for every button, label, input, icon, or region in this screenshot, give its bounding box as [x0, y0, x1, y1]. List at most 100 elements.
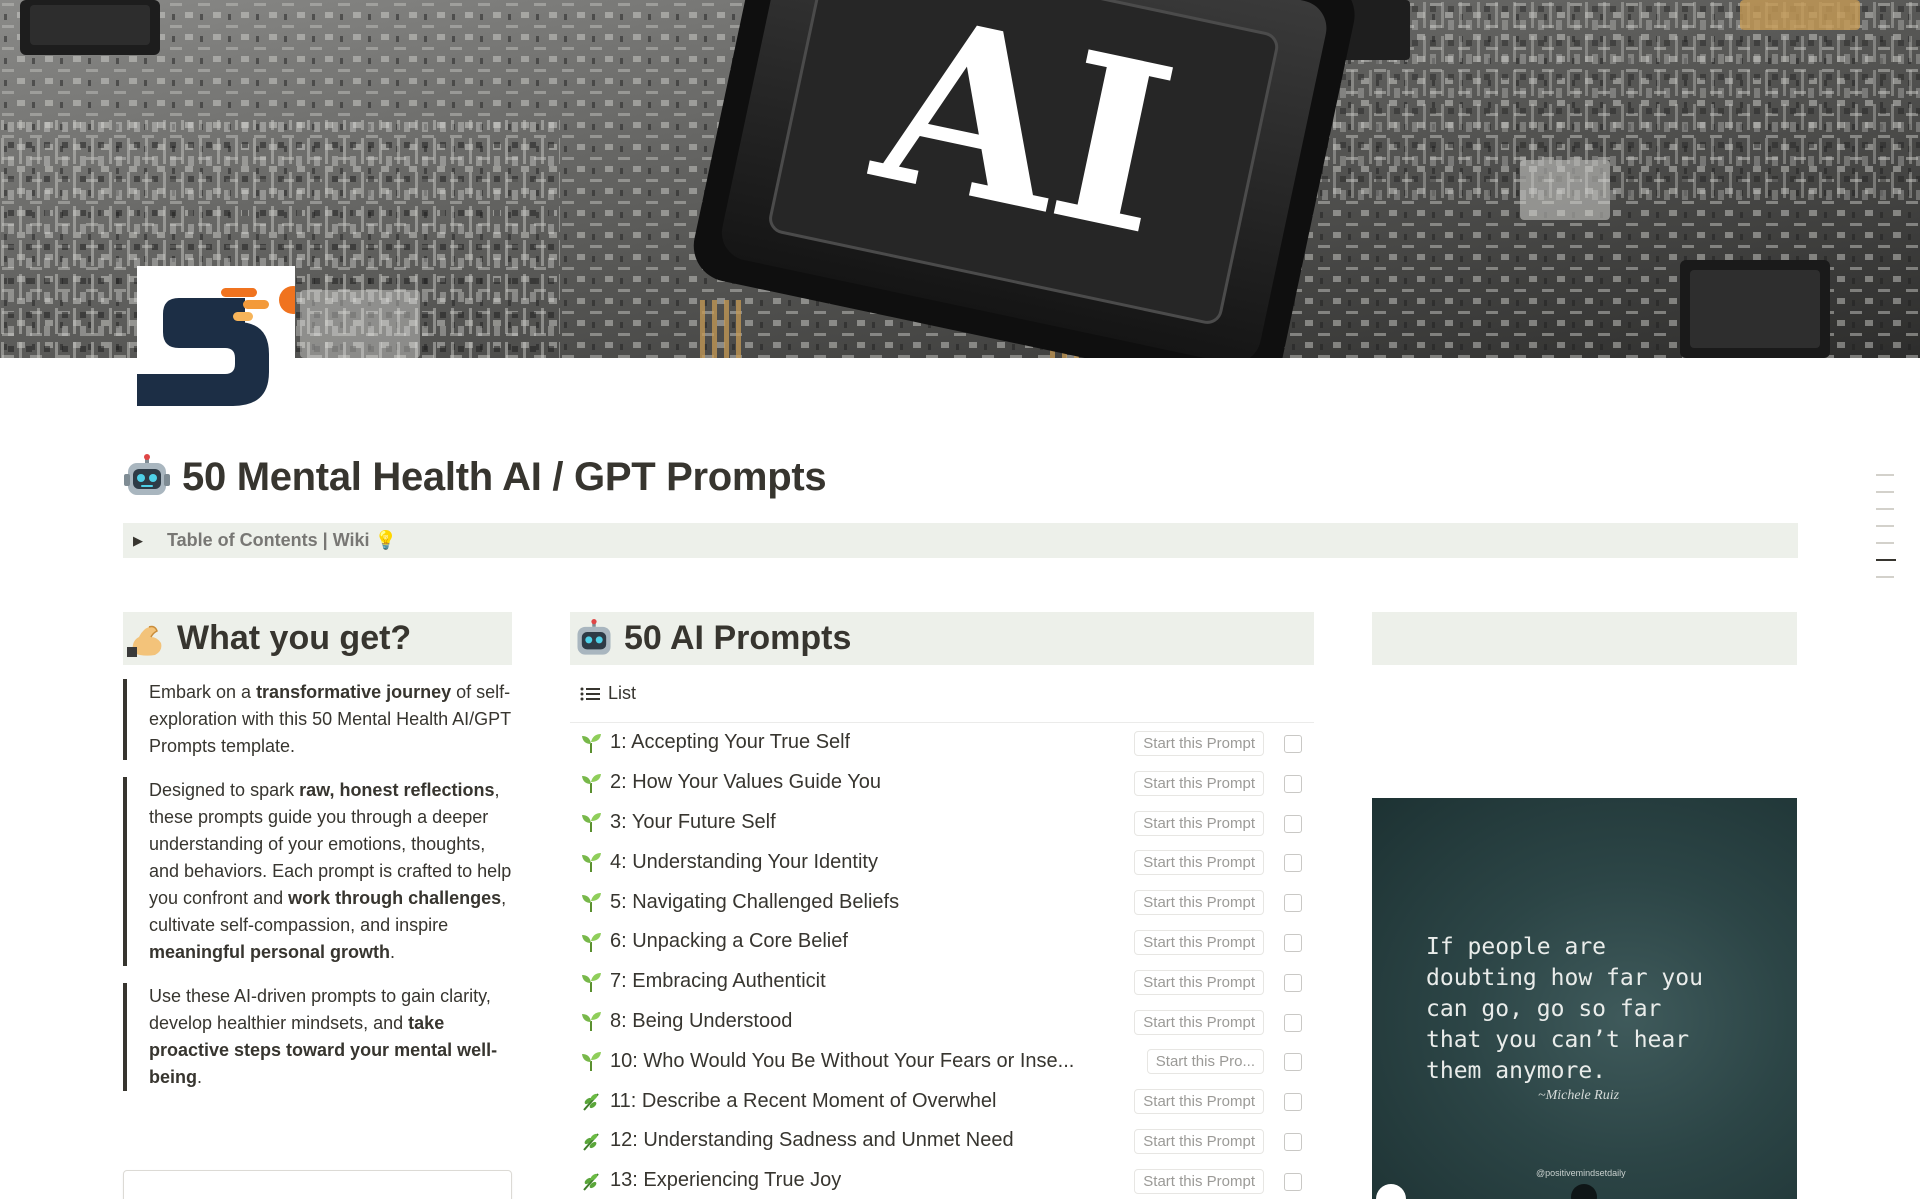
prompt-title[interactable]: 13: Experiencing True Joy — [610, 1169, 841, 1192]
what-you-get-heading[interactable]: What you get? — [123, 612, 512, 665]
page-outline[interactable] — [1876, 474, 1896, 593]
text: Designed to spark — [149, 780, 300, 800]
bold-text: work through challenges — [288, 888, 502, 908]
bold-text: transformative journey — [256, 682, 452, 702]
prompt-title[interactable]: 10: Who Would You Be Without Your Fears … — [610, 1050, 1074, 1073]
prompt-title[interactable]: 3: Your Future Self — [610, 811, 776, 834]
outline-marker[interactable] — [1876, 525, 1894, 527]
outline-marker[interactable] — [1876, 508, 1894, 510]
prompt-title[interactable]: 6: Unpacking a Core Belief — [610, 930, 848, 953]
seedling-emoji-icon — [582, 1052, 601, 1072]
prompt-title[interactable]: 11: Describe a Recent Moment of Overwhel — [610, 1090, 996, 1113]
intro-quote-3: Use these AI-driven prompts to gain clar… — [123, 983, 512, 1091]
next-card[interactable] — [123, 1170, 512, 1199]
prompt-row[interactable]: 1: Accepting Your True Self Start this Pr… — [570, 723, 1314, 763]
page-title[interactable]: 50 Mental Health AI / GPT Prompts — [124, 449, 827, 505]
prompt-row[interactable]: 12: Understanding Sadness and Unmet Need… — [570, 1121, 1314, 1161]
quote-text: If people are doubting how far you can g… — [1426, 934, 1703, 1084]
toc-toggle[interactable]: ▶ Table of Contents | Wiki 💡 — [123, 523, 1798, 558]
side-callout[interactable] — [1372, 612, 1797, 665]
prompt-row[interactable]: 6: Unpacking a Core Belief Start this Pro… — [570, 922, 1314, 962]
start-prompt-button[interactable]: Start this Prompt — [1134, 1009, 1264, 1035]
toc-toggle-label: Table of Contents | Wiki 💡 — [167, 530, 397, 550]
outline-marker[interactable] — [1876, 491, 1894, 493]
start-prompt-button[interactable]: Start this Prompt — [1134, 850, 1264, 876]
prompt-title[interactable]: 5: Navigating Challenged Beliefs — [610, 891, 899, 914]
prompt-title[interactable]: 1: Accepting Your True Self — [610, 731, 850, 754]
prompts-heading[interactable]: 50 AI Prompts — [570, 612, 1314, 665]
start-prompt-button[interactable]: Start this Prompt — [1134, 969, 1264, 995]
robot-emoji-icon — [124, 454, 170, 495]
seedling-emoji-icon — [582, 972, 601, 992]
seedling-emoji-icon — [582, 733, 601, 753]
prompt-row[interactable]: 4: Understanding Your Identity Start this… — [570, 842, 1314, 882]
prompts-column: 50 AI Prompts List 1: Accepting Your Tru… — [570, 612, 1314, 1199]
seedling-emoji-icon — [582, 853, 601, 873]
prompt-checkbox[interactable] — [1284, 774, 1302, 793]
start-prompt-button[interactable]: Start this Prompt — [1134, 890, 1264, 916]
seedling-emoji-icon — [582, 932, 601, 952]
avatar — [1571, 1184, 1597, 1199]
herb-emoji-icon — [583, 1172, 599, 1191]
page-title-text: 50 Mental Health AI / GPT Prompts — [182, 454, 827, 499]
prompt-title[interactable]: 12: Understanding Sadness and Unmet Need — [610, 1129, 1014, 1152]
list-view-tab[interactable]: List — [570, 665, 1314, 723]
seedling-emoji-icon — [582, 813, 601, 833]
prompt-checkbox[interactable] — [1284, 1132, 1302, 1151]
seedling-emoji-icon — [582, 773, 601, 793]
prompt-checkbox[interactable] — [1284, 1013, 1302, 1032]
start-prompt-button[interactable]: Start this Prompt — [1134, 810, 1264, 836]
prompt-checkbox[interactable] — [1284, 1053, 1302, 1072]
prompt-checkbox[interactable] — [1284, 973, 1302, 992]
prompt-checkbox[interactable] — [1284, 854, 1302, 873]
seedling-emoji-icon — [582, 1012, 601, 1032]
outline-marker[interactable] — [1876, 542, 1894, 544]
start-prompt-button[interactable]: Start this Prompt — [1134, 770, 1264, 796]
prompt-title[interactable]: 8: Being Understood — [610, 1010, 792, 1033]
herb-emoji-icon — [583, 1133, 599, 1151]
start-prompt-button[interactable]: Start this Prompt — [1134, 929, 1264, 955]
prompt-row[interactable]: 13: Experiencing True Joy Start this Prom… — [570, 1161, 1314, 1199]
what-you-get-title: What you get? — [177, 619, 412, 657]
prompt-row[interactable]: 10: Who Would You Be Without Your Fears … — [570, 1041, 1314, 1081]
prompt-checkbox[interactable] — [1284, 894, 1302, 913]
quote-author: ~Michele Ruiz — [1538, 1088, 1620, 1103]
prompt-row[interactable]: 3: Your Future Self Start this Prompt — [570, 803, 1314, 843]
quote-image[interactable]: If people are doubting how far you can g… — [1372, 798, 1797, 1199]
start-prompt-button[interactable]: Start this Prompt — [1134, 1168, 1264, 1194]
prompt-title[interactable]: 2: How Your Values Guide You — [610, 771, 881, 794]
prompt-row[interactable]: 8: Being Understood Start this Prompt — [570, 1002, 1314, 1042]
page-icon-logo[interactable] — [137, 266, 307, 406]
prompt-row[interactable]: 5: Navigating Challenged Beliefs Start th… — [570, 882, 1314, 922]
outline-marker-active[interactable] — [1876, 559, 1896, 561]
quote-handle: @positivemindsetdaily — [1536, 1168, 1626, 1178]
prompt-checkbox[interactable] — [1284, 933, 1302, 952]
herb-emoji-icon — [583, 1093, 599, 1111]
prompt-checkbox[interactable] — [1284, 814, 1302, 833]
prompt-title[interactable]: 4: Understanding Your Identity — [610, 851, 878, 874]
prompt-title[interactable]: 7: Embracing Authenticit — [610, 970, 826, 993]
bold-text: raw, honest reflections — [299, 780, 495, 800]
start-prompt-button[interactable]: Start this Prompt — [1134, 1128, 1264, 1154]
bold-text: meaningful personal growth — [149, 942, 391, 962]
prompt-row[interactable]: 7: Embracing Authenticit Start this Promp… — [570, 962, 1314, 1002]
list-icon — [580, 687, 600, 700]
prompts-title: 50 AI Prompts — [624, 619, 852, 657]
prompt-row[interactable]: 2: How Your Values Guide You Start this P… — [570, 763, 1314, 803]
prompt-checkbox[interactable] — [1284, 1093, 1302, 1112]
intro-quote-2: Designed to spark raw, honest reflection… — [123, 777, 512, 966]
outline-marker[interactable] — [1876, 576, 1894, 578]
text: . — [197, 1067, 203, 1087]
prompt-checkbox[interactable] — [1284, 1172, 1302, 1191]
view-label: List — [608, 683, 637, 703]
intro-quote-1: Embark on a transformative journey of se… — [123, 679, 512, 760]
start-prompt-button[interactable]: Start this Prompt — [1134, 1089, 1264, 1115]
prompt-checkbox[interactable] — [1284, 735, 1302, 753]
prompt-row[interactable]: 11: Describe a Recent Moment of Overwhel… — [570, 1081, 1314, 1121]
toggle-arrow-icon[interactable]: ▶ — [133, 533, 157, 549]
start-prompt-button[interactable]: Start this Prompt — [1134, 731, 1264, 756]
share-icon[interactable] — [1376, 1184, 1406, 1199]
start-prompt-button[interactable]: Start this Pro... — [1146, 1049, 1264, 1075]
robot-emoji-icon — [577, 618, 611, 655]
outline-marker[interactable] — [1876, 474, 1894, 476]
